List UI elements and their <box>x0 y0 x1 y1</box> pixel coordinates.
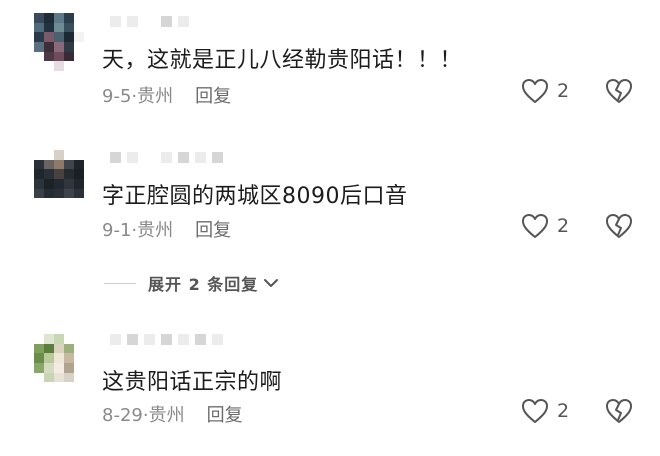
chevron-down-icon <box>264 279 279 287</box>
heart-outline-icon <box>522 399 548 423</box>
comment-date: 9-1 <box>102 220 132 241</box>
heart-outline-icon <box>522 79 548 103</box>
avatar[interactable] <box>34 13 84 71</box>
comment-date: 9-5 <box>102 86 132 107</box>
like-count: 2 <box>557 80 570 102</box>
like-count: 2 <box>557 400 570 422</box>
broken-heart-icon <box>606 214 632 238</box>
divider <box>104 282 136 284</box>
comment-text: 这贵阳话正宗的啊 <box>102 370 283 395</box>
expand-replies-label: 展开 2 条回复 <box>148 275 259 294</box>
dislike-button[interactable] <box>605 78 633 108</box>
broken-heart-icon <box>606 399 632 423</box>
reply-button[interactable]: 回复 <box>207 405 243 426</box>
heart-outline-icon <box>522 214 548 238</box>
reply-button[interactable]: 回复 <box>195 220 231 241</box>
avatar[interactable] <box>34 334 84 392</box>
comment-location: 贵州 <box>137 86 174 107</box>
username-blurred[interactable] <box>110 16 189 30</box>
dislike-button[interactable] <box>605 213 633 243</box>
username-blurred[interactable] <box>110 334 223 348</box>
like-button[interactable]: 2 <box>521 78 569 104</box>
avatar[interactable] <box>34 150 84 208</box>
expand-replies-button[interactable]: 展开 2 条回复 <box>104 271 280 295</box>
comment-text: 天，这就是正儿八经勒贵阳话！！！ <box>102 48 463 73</box>
comment-location: 贵州 <box>148 405 185 426</box>
dislike-button[interactable] <box>605 398 633 428</box>
comment-location: 贵州 <box>137 220 174 241</box>
reply-button[interactable]: 回复 <box>195 86 231 107</box>
comment-meta: 9-5·贵州 回复 <box>102 86 232 107</box>
comment-meta: 8-29·贵州 回复 <box>102 405 243 426</box>
comment-date: 8-29 <box>102 405 143 426</box>
like-button[interactable]: 2 <box>521 213 569 239</box>
like-button[interactable]: 2 <box>521 398 569 424</box>
like-count: 2 <box>557 215 570 237</box>
comment-text: 字正腔圆的两城区8090后口音 <box>102 184 408 209</box>
username-blurred[interactable] <box>110 152 223 166</box>
broken-heart-icon <box>606 79 632 103</box>
comment-meta: 9-1·贵州 回复 <box>102 220 232 241</box>
